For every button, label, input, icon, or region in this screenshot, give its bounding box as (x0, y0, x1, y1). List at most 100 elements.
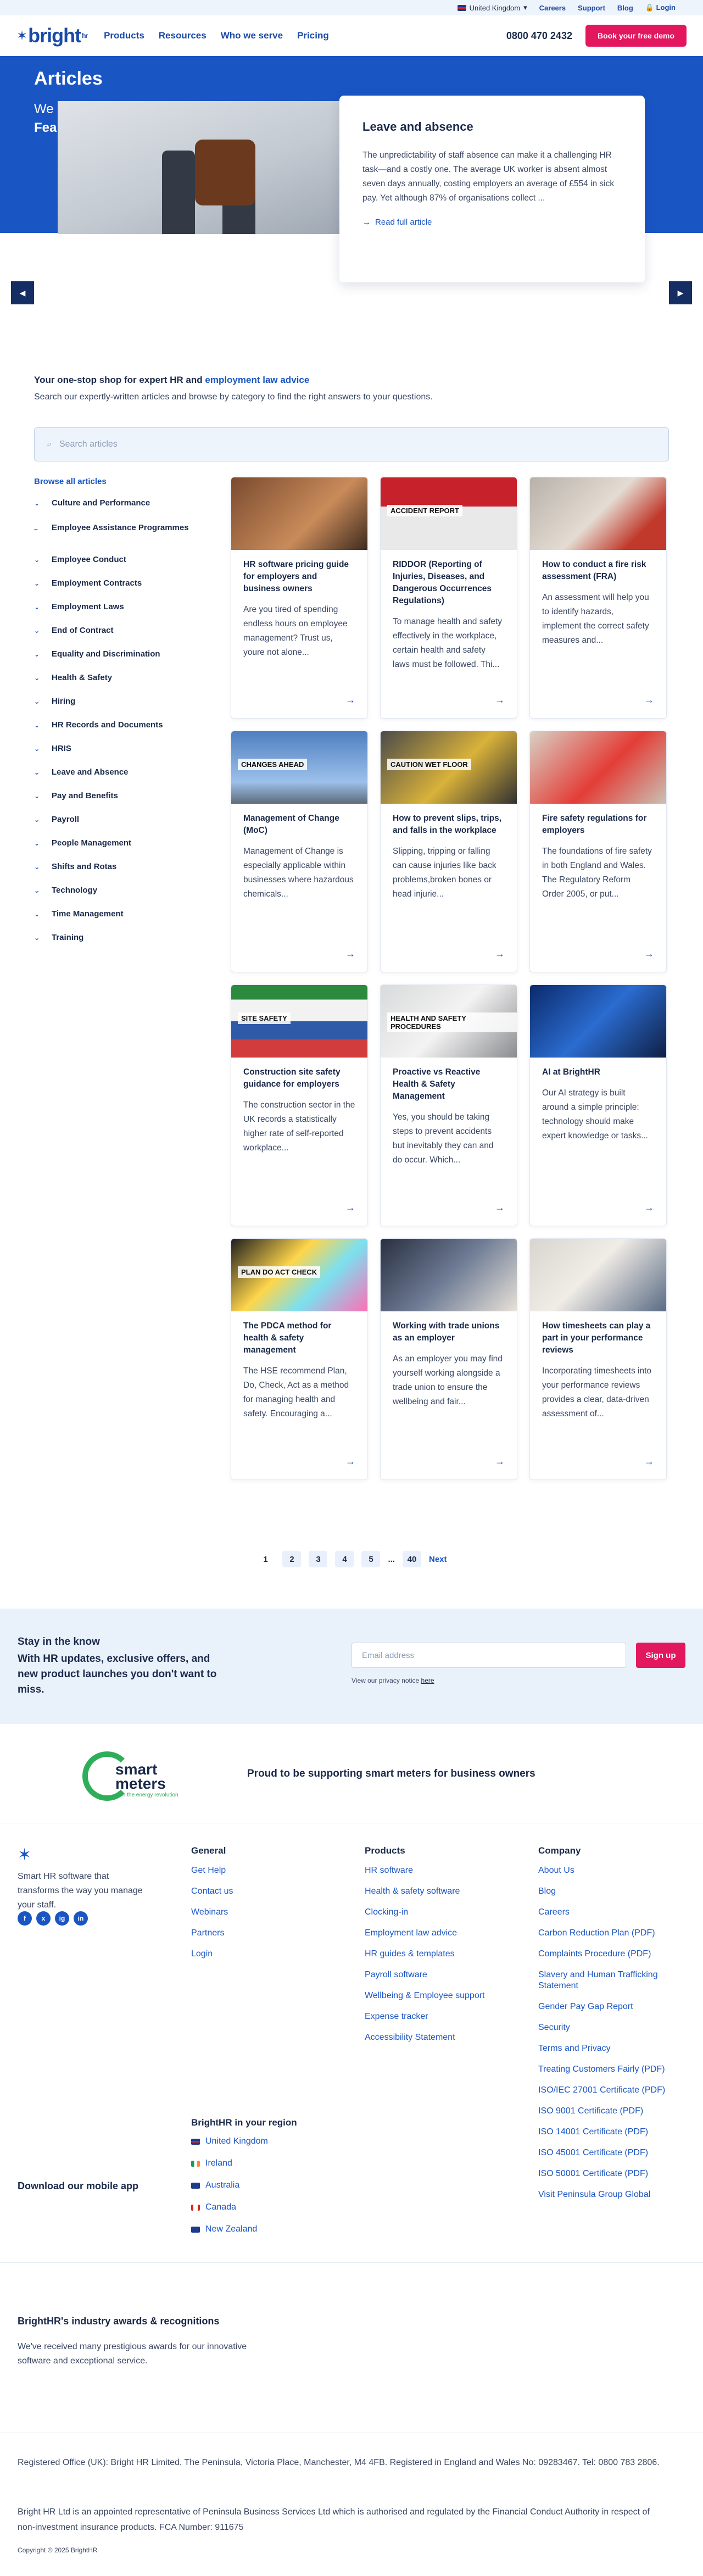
arrow-right-icon[interactable]: → (495, 1456, 505, 1467)
read-full-article-link[interactable]: → Read full article (362, 218, 622, 227)
sidebar-category-item[interactable]: – Employee Assistance Programmes (34, 522, 199, 555)
sidebar-category-item[interactable]: ⌄ HRIS (34, 744, 199, 767)
facebook-icon[interactable]: f (18, 1911, 32, 1926)
article-title[interactable]: RIDDOR (Reporting of Injuries, Diseases,… (381, 550, 517, 607)
sidebar-category-item[interactable]: ⌄ Shifts and Rotas (34, 862, 199, 886)
next-page-link[interactable]: Next (429, 1555, 447, 1564)
footer-link[interactable]: Payroll software (365, 1969, 496, 1980)
featured-article-card[interactable]: Leave and absence The unpredictability o… (339, 96, 645, 282)
arrow-right-icon[interactable]: → (644, 948, 654, 960)
footer-link[interactable]: Wellbeing & Employee support (365, 1990, 496, 2001)
login-link[interactable]: 🔒 Login (645, 3, 676, 12)
footer-link[interactable]: HR software (365, 1865, 496, 1876)
article-title[interactable]: Management of Change (MoC) (231, 804, 367, 837)
nav-pricing[interactable]: Pricing (297, 30, 329, 41)
arrow-right-icon[interactable]: → (495, 948, 505, 960)
article-card[interactable]: How to conduct a fire risk assessment (F… (529, 477, 667, 719)
footer-link[interactable]: Terms and Privacy (538, 2043, 676, 2054)
footer-link[interactable]: ISO/IEC 27001 Certificate (PDF) (538, 2085, 676, 2096)
article-card[interactable]: How timesheets can play a part in your p… (529, 1238, 667, 1480)
footer-link[interactable]: Webinars (191, 1907, 233, 1918)
footer-link[interactable]: ISO 50001 Certificate (PDF) (538, 2168, 676, 2179)
sidebar-category-item[interactable]: ⌄ Health & Safety (34, 673, 199, 697)
footer-link[interactable]: Health & safety software (365, 1886, 496, 1897)
article-title[interactable]: HR software pricing guide for employers … (231, 550, 367, 595)
blog-link[interactable]: Blog (617, 4, 633, 12)
article-card[interactable]: HEALTH AND SAFETY PROCEDURES Proactive vs… (380, 984, 517, 1226)
instagram-icon[interactable]: ig (55, 1911, 69, 1926)
sidebar-category-item[interactable]: ⌄ Culture and Performance (34, 498, 199, 522)
search-input[interactable]: Search articles (59, 439, 118, 449)
region-link[interactable]: New Zealand (191, 2224, 268, 2234)
footer-link[interactable]: ISO 9001 Certificate (PDF) (538, 2106, 676, 2117)
article-title[interactable]: How timesheets can play a part in your p… (530, 1311, 666, 1356)
sidebar-category-item[interactable]: ⌄ People Management (34, 838, 199, 862)
footer-link[interactable]: Expense tracker (365, 2011, 496, 2022)
carousel-next-button[interactable]: ▶ (669, 281, 692, 304)
article-title[interactable]: Construction site safety guidance for em… (231, 1058, 367, 1091)
region-link[interactable]: United Kingdom (191, 2137, 268, 2146)
page-link[interactable]: 5 (361, 1551, 381, 1567)
sidebar-category-item[interactable]: ⌄ Technology (34, 886, 199, 909)
sidebar-category-item[interactable]: ⌄ Equality and Discrimination (34, 649, 199, 673)
page-link[interactable]: 3 (309, 1551, 328, 1567)
sidebar-category-item[interactable]: ⌄ Hiring (34, 697, 199, 720)
arrow-right-icon[interactable]: → (345, 948, 355, 960)
footer-link[interactable]: Login (191, 1949, 233, 1960)
sidebar-category-item[interactable]: ⌄ Leave and Absence (34, 767, 199, 791)
region-link[interactable]: Ireland (191, 2158, 268, 2168)
footer-link[interactable]: Careers (538, 1907, 676, 1918)
article-card[interactable]: AI at BrightHR Our AI strategy is built a… (529, 984, 667, 1226)
footer-link[interactable]: ISO 45001 Certificate (PDF) (538, 2147, 676, 2158)
footer-link[interactable]: HR guides & templates (365, 1949, 496, 1960)
page-link[interactable]: 2 (282, 1551, 302, 1567)
article-card[interactable]: ACCIDENT REPORT RIDDOR (Reporting of Inju… (380, 477, 517, 719)
article-title[interactable]: How to conduct a fire risk assessment (F… (530, 550, 666, 583)
footer-link[interactable]: Slavery and Human Trafficking Statement (538, 1969, 676, 1991)
arrow-right-icon[interactable]: → (345, 694, 355, 706)
sidebar-category-item[interactable]: ⌄ Payroll (34, 815, 199, 838)
footer-link[interactable]: Carbon Reduction Plan (PDF) (538, 1928, 676, 1939)
footer-link[interactable]: Gender Pay Gap Report (538, 2001, 676, 2012)
privacy-link[interactable]: here (421, 1677, 434, 1684)
email-field[interactable]: Email address (352, 1643, 626, 1668)
arrow-right-icon[interactable]: → (644, 1202, 654, 1214)
footer-link[interactable]: Clocking-in (365, 1907, 496, 1918)
browse-all-link[interactable]: Browse all articles (34, 477, 199, 486)
sidebar-category-item[interactable]: ⌄ Training (34, 933, 199, 956)
phone-number[interactable]: 0800 470 2432 (506, 30, 572, 42)
arrow-right-icon[interactable]: → (495, 694, 505, 706)
page-link[interactable]: 40 (403, 1551, 421, 1567)
arrow-right-icon[interactable]: → (495, 1202, 505, 1214)
article-card[interactable]: PLAN DO ACT CHECK The PDCA method for hea… (231, 1238, 368, 1480)
carousel-prev-button[interactable]: ◀ (11, 281, 34, 304)
article-title[interactable]: The PDCA method for health & safety mana… (231, 1311, 367, 1356)
employment-law-link[interactable]: employment law advice (205, 375, 309, 385)
article-title[interactable]: Working with trade unions as an employer (381, 1311, 517, 1344)
sidebar-category-item[interactable]: ⌄ Employee Conduct (34, 555, 199, 578)
sidebar-category-item[interactable]: ⌄ HR Records and Documents (34, 720, 199, 744)
sidebar-category-item[interactable]: ⌄ End of Contract (34, 626, 199, 649)
article-card[interactable]: HR software pricing guide for employers … (231, 477, 368, 719)
page-link[interactable]: 1 (256, 1551, 275, 1567)
article-title[interactable]: Fire safety regulations for employers (530, 804, 666, 837)
footer-link[interactable]: Employment law advice (365, 1928, 496, 1939)
arrow-right-icon[interactable]: → (644, 1456, 654, 1467)
arrow-right-icon[interactable]: → (345, 1202, 355, 1214)
brand-logo[interactable]: ✶ bright hr (16, 24, 88, 47)
footer-link[interactable]: ISO 14001 Certificate (PDF) (538, 2127, 676, 2138)
careers-link[interactable]: Careers (539, 4, 566, 12)
article-card[interactable]: Working with trade unions as an employer… (380, 1238, 517, 1480)
nav-resources[interactable]: Resources (159, 30, 207, 41)
footer-link[interactable]: Complaints Procedure (PDF) (538, 1949, 676, 1960)
search-bar[interactable]: ⌕ Search articles (34, 427, 669, 461)
linkedin-icon[interactable]: in (74, 1911, 88, 1926)
article-title[interactable]: Proactive vs Reactive Health & Safety Ma… (381, 1058, 517, 1103)
sign-up-button[interactable]: Sign up (636, 1643, 685, 1668)
footer-link[interactable]: Get Help (191, 1865, 233, 1876)
book-demo-button[interactable]: Book your free demo (585, 25, 687, 47)
sidebar-category-item[interactable]: ⌄ Time Management (34, 909, 199, 933)
x-icon[interactable]: x (36, 1911, 51, 1926)
article-title[interactable]: AI at BrightHR (530, 1058, 666, 1078)
footer-logo-icon[interactable]: ✶ (18, 1845, 31, 1865)
